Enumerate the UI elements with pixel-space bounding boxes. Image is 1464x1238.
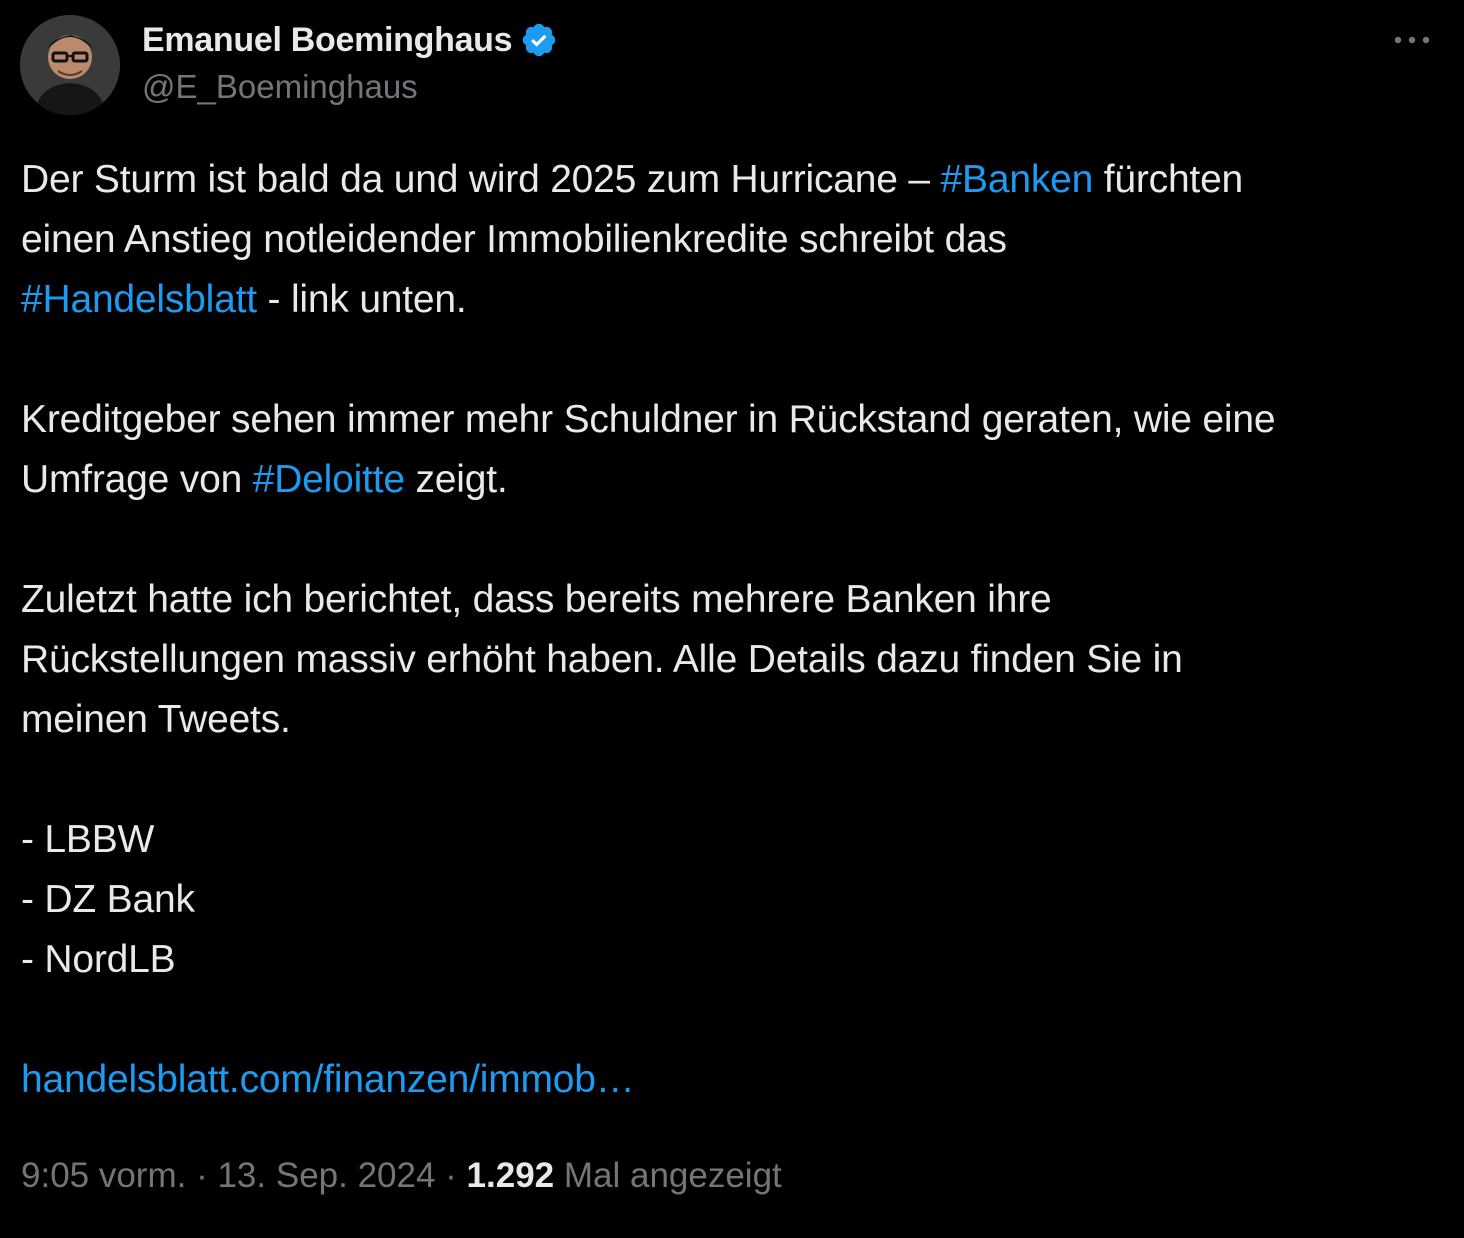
hashtag-link[interactable]: #Deloitte — [253, 458, 405, 501]
tweet-line: meinen Tweets. — [21, 690, 1446, 750]
tweet-text-segment: Kreditgeber sehen immer mehr Schuldner i… — [21, 398, 1276, 441]
tweet-text: Der Sturm ist bald da und wird 2025 zum … — [21, 150, 1446, 1110]
tweet-text-segment: - NordLB — [21, 938, 176, 981]
author-handle[interactable]: @E_Boeminghaus — [142, 68, 418, 106]
tweet-line: einen Anstieg notleidender Immobilienkre… — [21, 210, 1446, 270]
tweet-line: - NordLB — [21, 930, 1446, 990]
avatar-image — [20, 15, 120, 115]
tweet-line: Der Sturm ist bald da und wird 2025 zum … — [21, 150, 1446, 210]
verified-badge-icon[interactable] — [520, 21, 558, 59]
tweet-text-segment: Zuletzt hatte ich berichtet, dass bereit… — [21, 578, 1052, 621]
tweet-line: Rückstellungen massiv erhöht haben. Alle… — [21, 630, 1446, 690]
tweet-line: #Handelsblatt - link unten. — [21, 270, 1446, 330]
hashtag-link[interactable]: #Banken — [941, 158, 1094, 201]
tweet-text-segment: fürchten — [1093, 158, 1244, 201]
hashtag-link[interactable]: #Handelsblatt — [21, 278, 257, 321]
more-options-icon[interactable] — [1390, 22, 1434, 58]
views-count[interactable]: 1.292 — [467, 1156, 555, 1195]
tweet-text-segment: Rückstellungen massiv erhöht haben. Alle… — [21, 638, 1183, 681]
tweet-text-segment: meinen Tweets. — [21, 698, 291, 741]
views-label: Mal angezeigt — [554, 1156, 782, 1195]
meta-separator: · — [435, 1156, 467, 1195]
tweet-text-segment: - LBBW — [21, 818, 155, 861]
tweet-text-segment: - link unten. — [256, 278, 467, 321]
tweet-line: Umfrage von #Deloitte zeigt. — [21, 450, 1446, 510]
avatar[interactable] — [20, 15, 120, 115]
tweet-text-segment: - DZ Bank — [21, 878, 195, 921]
meta-separator: · — [186, 1156, 218, 1195]
tweet-line: - LBBW — [21, 810, 1446, 870]
tweet: Emanuel Boeminghaus @E_Boeminghaus Der S… — [0, 0, 1464, 1238]
article-link[interactable]: handelsblatt.com/finanzen/immob… — [21, 1058, 635, 1101]
tweet-time[interactable]: 9:05 vorm. — [21, 1156, 186, 1195]
tweet-line: handelsblatt.com/finanzen/immob… — [21, 1050, 1446, 1110]
tweet-text-segment: einen Anstieg notleidender Immobilienkre… — [21, 218, 1007, 261]
tweet-meta: 9:05 vorm. · 13. Sep. 2024 · 1.292 Mal a… — [21, 1148, 782, 1204]
tweet-line: - DZ Bank — [21, 870, 1446, 930]
author-display-name[interactable]: Emanuel Boeminghaus — [142, 21, 513, 60]
tweet-line: Zuletzt hatte ich berichtet, dass bereit… — [21, 570, 1446, 630]
tweet-text-segment: zeigt. — [404, 458, 508, 501]
tweet-date[interactable]: 13. Sep. 2024 — [217, 1156, 435, 1195]
tweet-text-segment: Umfrage von — [21, 458, 253, 501]
tweet-line: Kreditgeber sehen immer mehr Schuldner i… — [21, 390, 1446, 450]
tweet-text-segment: Der Sturm ist bald da und wird 2025 zum … — [21, 158, 941, 201]
author-name-row[interactable]: Emanuel Boeminghaus — [142, 18, 558, 62]
